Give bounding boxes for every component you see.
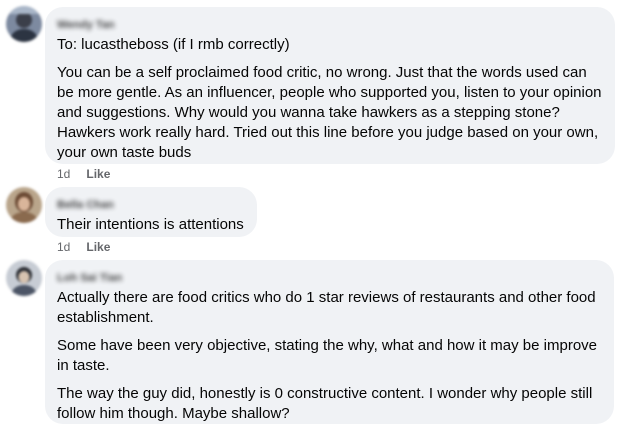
comment-text: Their intentions is attentions: [57, 216, 244, 233]
comment-bubble: Wendy Tan To: lucastheboss (if I rmb cor…: [45, 7, 615, 164]
comment-author[interactable]: Bella Chan: [57, 195, 131, 211]
comment-timestamp[interactable]: 1d: [57, 167, 70, 181]
comment-timestamp[interactable]: 1d: [57, 240, 70, 254]
comment-author[interactable]: Loh Sai Tian: [57, 268, 131, 284]
comment-bubble: Loh Sai Tian Actually there are food cri…: [45, 260, 614, 424]
avatar[interactable]: [6, 187, 42, 223]
comment-bubble: Bella Chan Their intentions is attention…: [45, 187, 257, 237]
comment-actions: 1d Like: [57, 239, 126, 255]
like-button[interactable]: Like: [86, 167, 110, 181]
avatar[interactable]: [6, 6, 42, 42]
comment-text: The way the guy did, honestly is 0 const…: [57, 385, 593, 422]
avatar[interactable]: [6, 260, 42, 296]
comment-text: Actually there are food critics who do 1…: [57, 289, 596, 326]
comment-author[interactable]: Wendy Tan: [57, 15, 131, 31]
comment-text: You can be a self proclaimed food critic…: [57, 64, 602, 161]
comment-text: To: lucastheboss (if I rmb correctly): [57, 36, 290, 53]
like-button[interactable]: Like: [86, 240, 110, 254]
comment-text: Some have been very objective, stating t…: [57, 337, 598, 374]
comment-actions: 1d Like: [57, 166, 126, 182]
